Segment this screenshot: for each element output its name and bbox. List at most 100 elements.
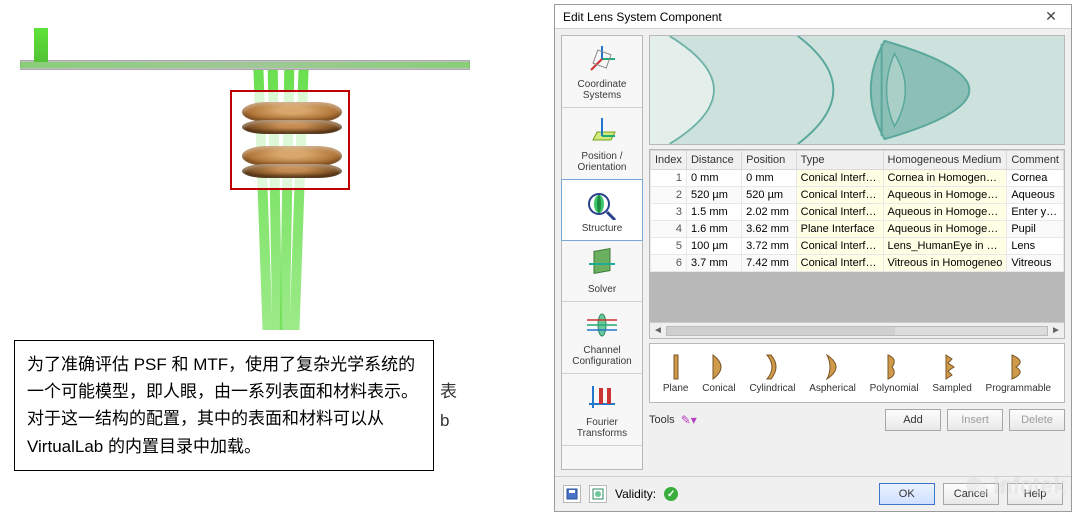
cell-comment[interactable]: Pupil xyxy=(1007,221,1064,238)
cell-position[interactable]: 3.62 mm xyxy=(742,221,796,238)
add-button[interactable]: Add xyxy=(885,409,941,431)
cell-type[interactable]: Conical Interface xyxy=(796,255,883,272)
cell-comment[interactable]: Cornea xyxy=(1007,170,1064,187)
gallery-aspherical[interactable]: Aspherical xyxy=(809,353,856,394)
cell-medium[interactable]: Cornea in Homogeneous xyxy=(883,170,1007,187)
tab-label: Coordinate Systems xyxy=(564,79,640,101)
validity-label: Validity: xyxy=(615,487,656,501)
occluded-line: b xyxy=(440,407,457,436)
col-medium[interactable]: Homogeneous Medium xyxy=(883,151,1007,170)
cell-distance[interactable]: 3.7 mm xyxy=(686,255,741,272)
ok-button[interactable]: OK xyxy=(879,483,935,505)
gallery-label: Conical xyxy=(702,383,735,394)
col-comment[interactable]: Comment xyxy=(1007,151,1064,170)
tab-channel-configuration[interactable]: Channel Configuration xyxy=(562,302,642,374)
tab-structure[interactable]: Structure xyxy=(561,179,643,241)
gallery-programmable[interactable]: Programmable xyxy=(986,353,1052,394)
cell-medium[interactable]: Aqueous in Homogeneo xyxy=(883,187,1007,204)
scroll-track[interactable] xyxy=(666,326,1048,336)
cell-distance[interactable]: 100 µm xyxy=(686,238,741,255)
cell-medium[interactable]: Aqueous in Homogeneo xyxy=(883,204,1007,221)
scroll-left-icon[interactable]: ◄ xyxy=(650,325,666,336)
help-button[interactable]: Help xyxy=(1007,483,1063,505)
surface-table[interactable]: Index Distance Position Type Homogeneous… xyxy=(650,150,1064,272)
col-position[interactable]: Position xyxy=(742,151,796,170)
lens-element xyxy=(242,120,342,134)
cell-position[interactable]: 3.72 mm xyxy=(742,238,796,255)
occluded-text: 表 b xyxy=(440,378,457,436)
cell-distance[interactable]: 520 µm xyxy=(686,187,741,204)
tab-position-orientation[interactable]: Position / Orientation xyxy=(562,108,642,180)
gallery-sampled[interactable]: Sampled xyxy=(932,353,971,394)
gallery-label: Polynomial xyxy=(870,383,919,394)
cell-type[interactable]: Conical Interface xyxy=(796,170,883,187)
cell-comment[interactable]: Vitreous xyxy=(1007,255,1064,272)
cell-type[interactable]: Conical Interface xyxy=(796,204,883,221)
scroll-right-icon[interactable]: ► xyxy=(1048,325,1064,336)
cell-position[interactable]: 0 mm xyxy=(742,170,796,187)
gallery-label: Cylindrical xyxy=(749,383,795,394)
cell-medium[interactable]: Aqueous in Homogeneo xyxy=(883,221,1007,238)
gallery-label: Sampled xyxy=(932,383,971,394)
cell-distance[interactable]: 1.6 mm xyxy=(686,221,741,238)
edit-lens-dialog: Edit Lens System Component ✕ Coordinate … xyxy=(554,4,1072,512)
table-row[interactable]: 41.6 mm3.62 mmPlane InterfaceAqueous in … xyxy=(651,221,1064,238)
table-row[interactable]: 2520 µm520 µmConical InterfaceAqueous in… xyxy=(651,187,1064,204)
tab-label: Fourier Transforms xyxy=(564,417,640,439)
cell-index[interactable]: 4 xyxy=(651,221,687,238)
caption-text: 为了准确评估 PSF 和 MTF，使用了复杂光学系统的一个可能模型，即人眼，由一… xyxy=(27,355,418,456)
cancel-button[interactable]: Cancel xyxy=(943,483,999,505)
tab-fourier-transforms[interactable]: Fourier Transforms xyxy=(562,374,642,446)
table-row[interactable]: 31.5 mm2.02 mmConical InterfaceAqueous i… xyxy=(651,204,1064,221)
lens-profile-preview[interactable] xyxy=(649,35,1065,145)
optical-diagram xyxy=(20,40,520,340)
tab-label: Solver xyxy=(588,284,616,295)
cell-index[interactable]: 1 xyxy=(651,170,687,187)
cell-distance[interactable]: 1.5 mm xyxy=(686,204,741,221)
cell-type[interactable]: Conical Interface xyxy=(796,187,883,204)
solver-icon xyxy=(585,247,619,281)
cell-position[interactable]: 520 µm xyxy=(742,187,796,204)
tab-solver[interactable]: Solver xyxy=(562,240,642,302)
gallery-cylindrical[interactable]: Cylindrical xyxy=(749,353,795,394)
gallery-label: Plane xyxy=(663,383,689,394)
titlebar[interactable]: Edit Lens System Component ✕ xyxy=(555,5,1071,29)
cell-medium[interactable]: Vitreous in Homogeneo xyxy=(883,255,1007,272)
col-type[interactable]: Type xyxy=(796,151,883,170)
cell-distance[interactable]: 0 mm xyxy=(686,170,741,187)
catalog-icon[interactable] xyxy=(589,485,607,503)
tab-label: Position / Orientation xyxy=(564,151,640,173)
cell-type[interactable]: Conical Interface xyxy=(796,238,883,255)
col-distance[interactable]: Distance xyxy=(686,151,741,170)
cell-comment[interactable]: Enter your comm xyxy=(1007,204,1064,221)
table-row[interactable]: 63.7 mm7.42 mmConical InterfaceVitreous … xyxy=(651,255,1064,272)
cell-index[interactable]: 5 xyxy=(651,238,687,255)
lens-element xyxy=(242,102,342,122)
horizontal-scrollbar[interactable]: ◄ ► xyxy=(650,322,1064,338)
cell-position[interactable]: 7.42 mm xyxy=(742,255,796,272)
wand-icon[interactable]: ✎▾ xyxy=(681,413,697,427)
validity-ok-icon: ✓ xyxy=(664,487,678,501)
save-icon[interactable] xyxy=(563,485,581,503)
gallery-conical[interactable]: Conical xyxy=(702,353,735,394)
cell-type[interactable]: Plane Interface xyxy=(796,221,883,238)
gallery-plane[interactable]: Plane xyxy=(663,353,689,394)
delete-button[interactable]: Delete xyxy=(1009,409,1065,431)
cell-index[interactable]: 6 xyxy=(651,255,687,272)
cell-index[interactable]: 2 xyxy=(651,187,687,204)
cell-comment[interactable]: Aqueous xyxy=(1007,187,1064,204)
cell-position[interactable]: 2.02 mm xyxy=(742,204,796,221)
gallery-label: Aspherical xyxy=(809,383,856,394)
insert-button[interactable]: Insert xyxy=(947,409,1003,431)
scroll-thumb[interactable] xyxy=(667,327,895,335)
gallery-polynomial[interactable]: Polynomial xyxy=(870,353,919,394)
close-icon[interactable]: ✕ xyxy=(1039,8,1063,25)
cell-medium[interactable]: Lens_HumanEye in Hom xyxy=(883,238,1007,255)
table-row[interactable]: 5100 µm3.72 mmConical InterfaceLens_Huma… xyxy=(651,238,1064,255)
fourier-icon xyxy=(585,380,619,414)
col-index[interactable]: Index xyxy=(651,151,687,170)
tab-coordinate-systems[interactable]: Coordinate Systems xyxy=(562,36,642,108)
table-row[interactable]: 10 mm0 mmConical InterfaceCornea in Homo… xyxy=(651,170,1064,187)
cell-comment[interactable]: Lens xyxy=(1007,238,1064,255)
cell-index[interactable]: 3 xyxy=(651,204,687,221)
